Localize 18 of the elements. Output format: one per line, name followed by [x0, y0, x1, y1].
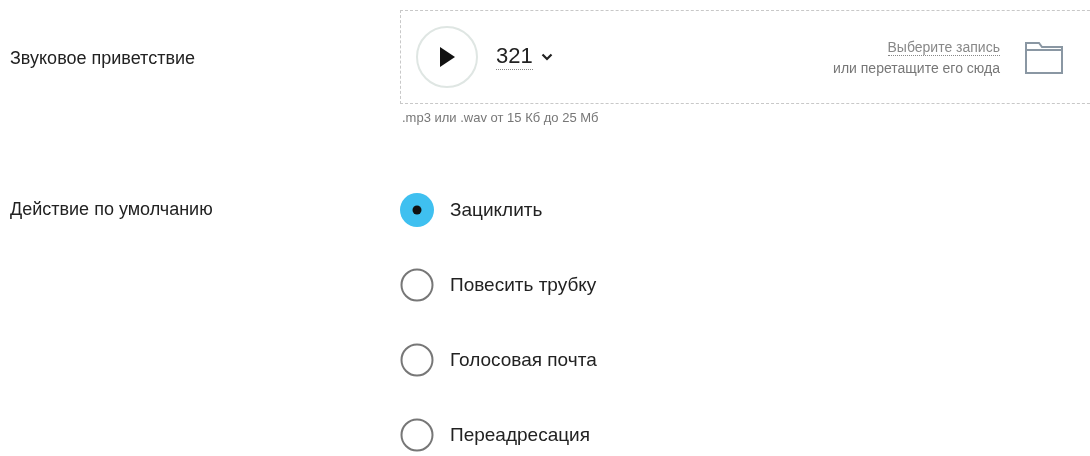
- field-label: Действие по умолчанию: [9, 199, 214, 220]
- radio-button[interactable]: [400, 193, 434, 227]
- upload-drop-zone[interactable]: 321 Выберите запись или перетащите его сюда: [400, 10, 1090, 104]
- folder-icon[interactable]: [1024, 39, 1064, 75]
- radio-option[interactable]: Голосовая почта: [400, 343, 597, 377]
- choose-file-link[interactable]: Выберите запись: [887, 38, 1000, 56]
- caret-icon: [540, 53, 553, 61]
- radio-button[interactable]: [400, 268, 434, 302]
- radio-option[interactable]: Переадресация: [400, 418, 590, 452]
- radio-option[interactable]: Повесить трубку: [400, 268, 597, 302]
- radio-option[interactable]: Зациклить: [400, 193, 543, 227]
- format-hint: .mp3 или .wav от 15 Кб до 25 Мб: [402, 110, 600, 125]
- field-label: Звуковое приветствие: [9, 48, 196, 69]
- radio-button[interactable]: [400, 343, 434, 377]
- radio-button[interactable]: [400, 418, 434, 452]
- track-dropdown[interactable]: 321: [496, 43, 533, 71]
- play-icon: [438, 46, 456, 68]
- drop-hint: или перетащите его сюда: [833, 59, 1000, 76]
